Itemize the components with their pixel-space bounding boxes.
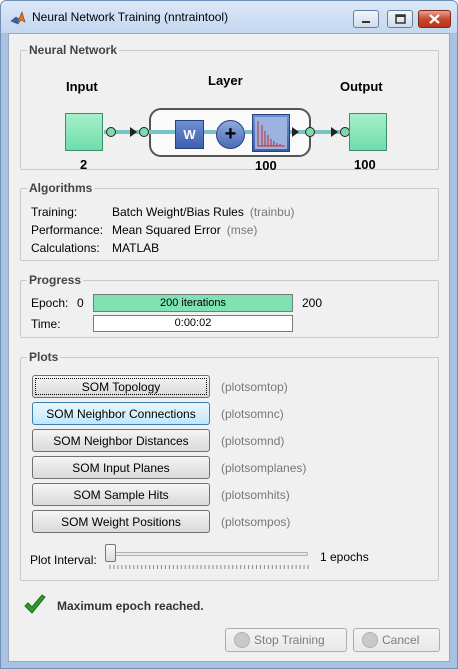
status-message: Maximum epoch reached.: [57, 599, 204, 613]
input-size: 2: [80, 157, 88, 172]
performance-value: Mean Squared Error: [112, 223, 221, 237]
plot-interval-track[interactable]: [108, 552, 308, 556]
plot-interval-ticks: [109, 565, 309, 569]
minimize-icon: [362, 21, 370, 23]
cancel-icon: [362, 632, 378, 648]
window-title: Neural Network Training (nntraintool): [32, 10, 229, 24]
som-sample-hits-fn: (plotsomhits): [221, 488, 290, 502]
plots-panel: Plots SOM Topology (plotsomtop) SOM Neig…: [20, 350, 439, 581]
progress-title: Progress: [27, 273, 84, 287]
som-input-planes-button[interactable]: SOM Input Planes: [32, 456, 210, 479]
algorithms-title: Algorithms: [27, 181, 95, 195]
input-arrow-icon: [130, 127, 137, 137]
maximize-icon: [395, 14, 406, 24]
time-display: 0:00:02: [93, 315, 293, 332]
weight-block: W: [175, 120, 204, 149]
neural-network-panel: Neural Network Input 2 Layer W + 100 Out…: [20, 43, 439, 173]
layer-wire-1: [149, 130, 175, 134]
output-arrow-icon: [331, 127, 338, 137]
plot-interval-value: 1 epochs: [320, 550, 369, 564]
epoch-min: 0: [77, 296, 84, 310]
sum-block: +: [216, 120, 245, 149]
som-neighbor-connections-fn: (plotsomnc): [221, 407, 284, 421]
training-fn: (trainbu): [249, 205, 295, 219]
checkmark-icon: [24, 594, 46, 614]
calculations-value: MATLAB: [112, 241, 160, 255]
som-weight-positions-fn: (plotsompos): [221, 515, 291, 529]
input-block: [65, 113, 103, 151]
output-label: Output: [340, 79, 383, 94]
nntraintool-window: Neural Network Training (nntraintool) Ne…: [0, 0, 458, 669]
som-sample-hits-button[interactable]: SOM Sample Hits: [32, 483, 210, 506]
title-bar: Neural Network Training (nntraintool): [1, 1, 457, 33]
stop-training-label: Stop Training: [254, 633, 325, 647]
som-neighbor-distances-button[interactable]: SOM Neighbor Distances: [32, 429, 210, 452]
layer-input-node: [139, 127, 149, 137]
calculations-key: Calculations:: [31, 241, 100, 255]
training-key: Training:: [31, 205, 78, 219]
training-row: Training: Batch Weight/Bias Rules (trainbu…: [31, 205, 295, 219]
performance-fn: (mse): [226, 223, 258, 237]
output-block: [349, 113, 387, 151]
maximize-button[interactable]: [387, 10, 413, 28]
som-neighbor-connections-button[interactable]: SOM Neighbor Connections: [32, 402, 210, 425]
close-button[interactable]: [418, 10, 451, 28]
calculations-row: Calculations: MATLAB: [31, 241, 165, 255]
minimize-button[interactable]: [353, 10, 379, 28]
layer-arrow-icon: [292, 127, 299, 137]
stop-icon: [234, 632, 250, 648]
cancel-label: Cancel: [382, 633, 420, 647]
cancel-button[interactable]: Cancel: [353, 628, 440, 652]
close-icon: [429, 14, 440, 24]
training-value: Batch Weight/Bias Rules: [112, 205, 244, 219]
competitive-transfer-icon: [255, 117, 287, 149]
client-area: Neural Network Input 2 Layer W + 100 Out…: [8, 33, 450, 662]
layer-size: 100: [255, 158, 277, 173]
progress-panel: Progress Epoch: 0 200 iterations 200 Tim…: [20, 273, 439, 338]
som-weight-positions-button[interactable]: SOM Weight Positions: [32, 510, 210, 533]
stop-training-button[interactable]: Stop Training: [225, 628, 347, 652]
matlab-logo-icon: [10, 11, 26, 25]
input-node: [106, 127, 116, 137]
epoch-progress-text: 200 iterations: [159, 297, 227, 309]
layer-label: Layer: [208, 73, 243, 88]
neural-network-title: Neural Network: [27, 43, 120, 57]
time-value: 0:00:02: [174, 317, 212, 329]
som-input-planes-fn: (plotsomplanes): [221, 461, 307, 475]
layer-output-node: [305, 127, 315, 137]
time-label: Time:: [31, 317, 61, 331]
input-label: Input: [66, 79, 98, 94]
plot-interval-slider-thumb[interactable]: [105, 544, 116, 562]
performance-row: Performance: Mean Squared Error (mse): [31, 223, 257, 237]
transfer-function-block: [252, 114, 290, 152]
layer-wire-3: [245, 130, 252, 134]
plot-interval-label: Plot Interval:: [30, 553, 97, 567]
algorithms-panel: Algorithms Training: Batch Weight/Bias Ru…: [20, 181, 439, 261]
som-neighbor-distances-fn: (plotsomnd): [221, 434, 285, 448]
som-topology-fn: (plotsomtop): [221, 380, 288, 394]
epoch-label: Epoch:: [31, 296, 69, 310]
epoch-max: 200: [302, 296, 323, 310]
layer-wire-2: [204, 130, 216, 134]
plots-title: Plots: [27, 350, 61, 364]
performance-key: Performance:: [31, 223, 104, 237]
epoch-progress-bar: 200 iterations: [93, 294, 293, 312]
som-topology-button[interactable]: SOM Topology: [32, 375, 210, 398]
output-size: 100: [354, 157, 376, 172]
